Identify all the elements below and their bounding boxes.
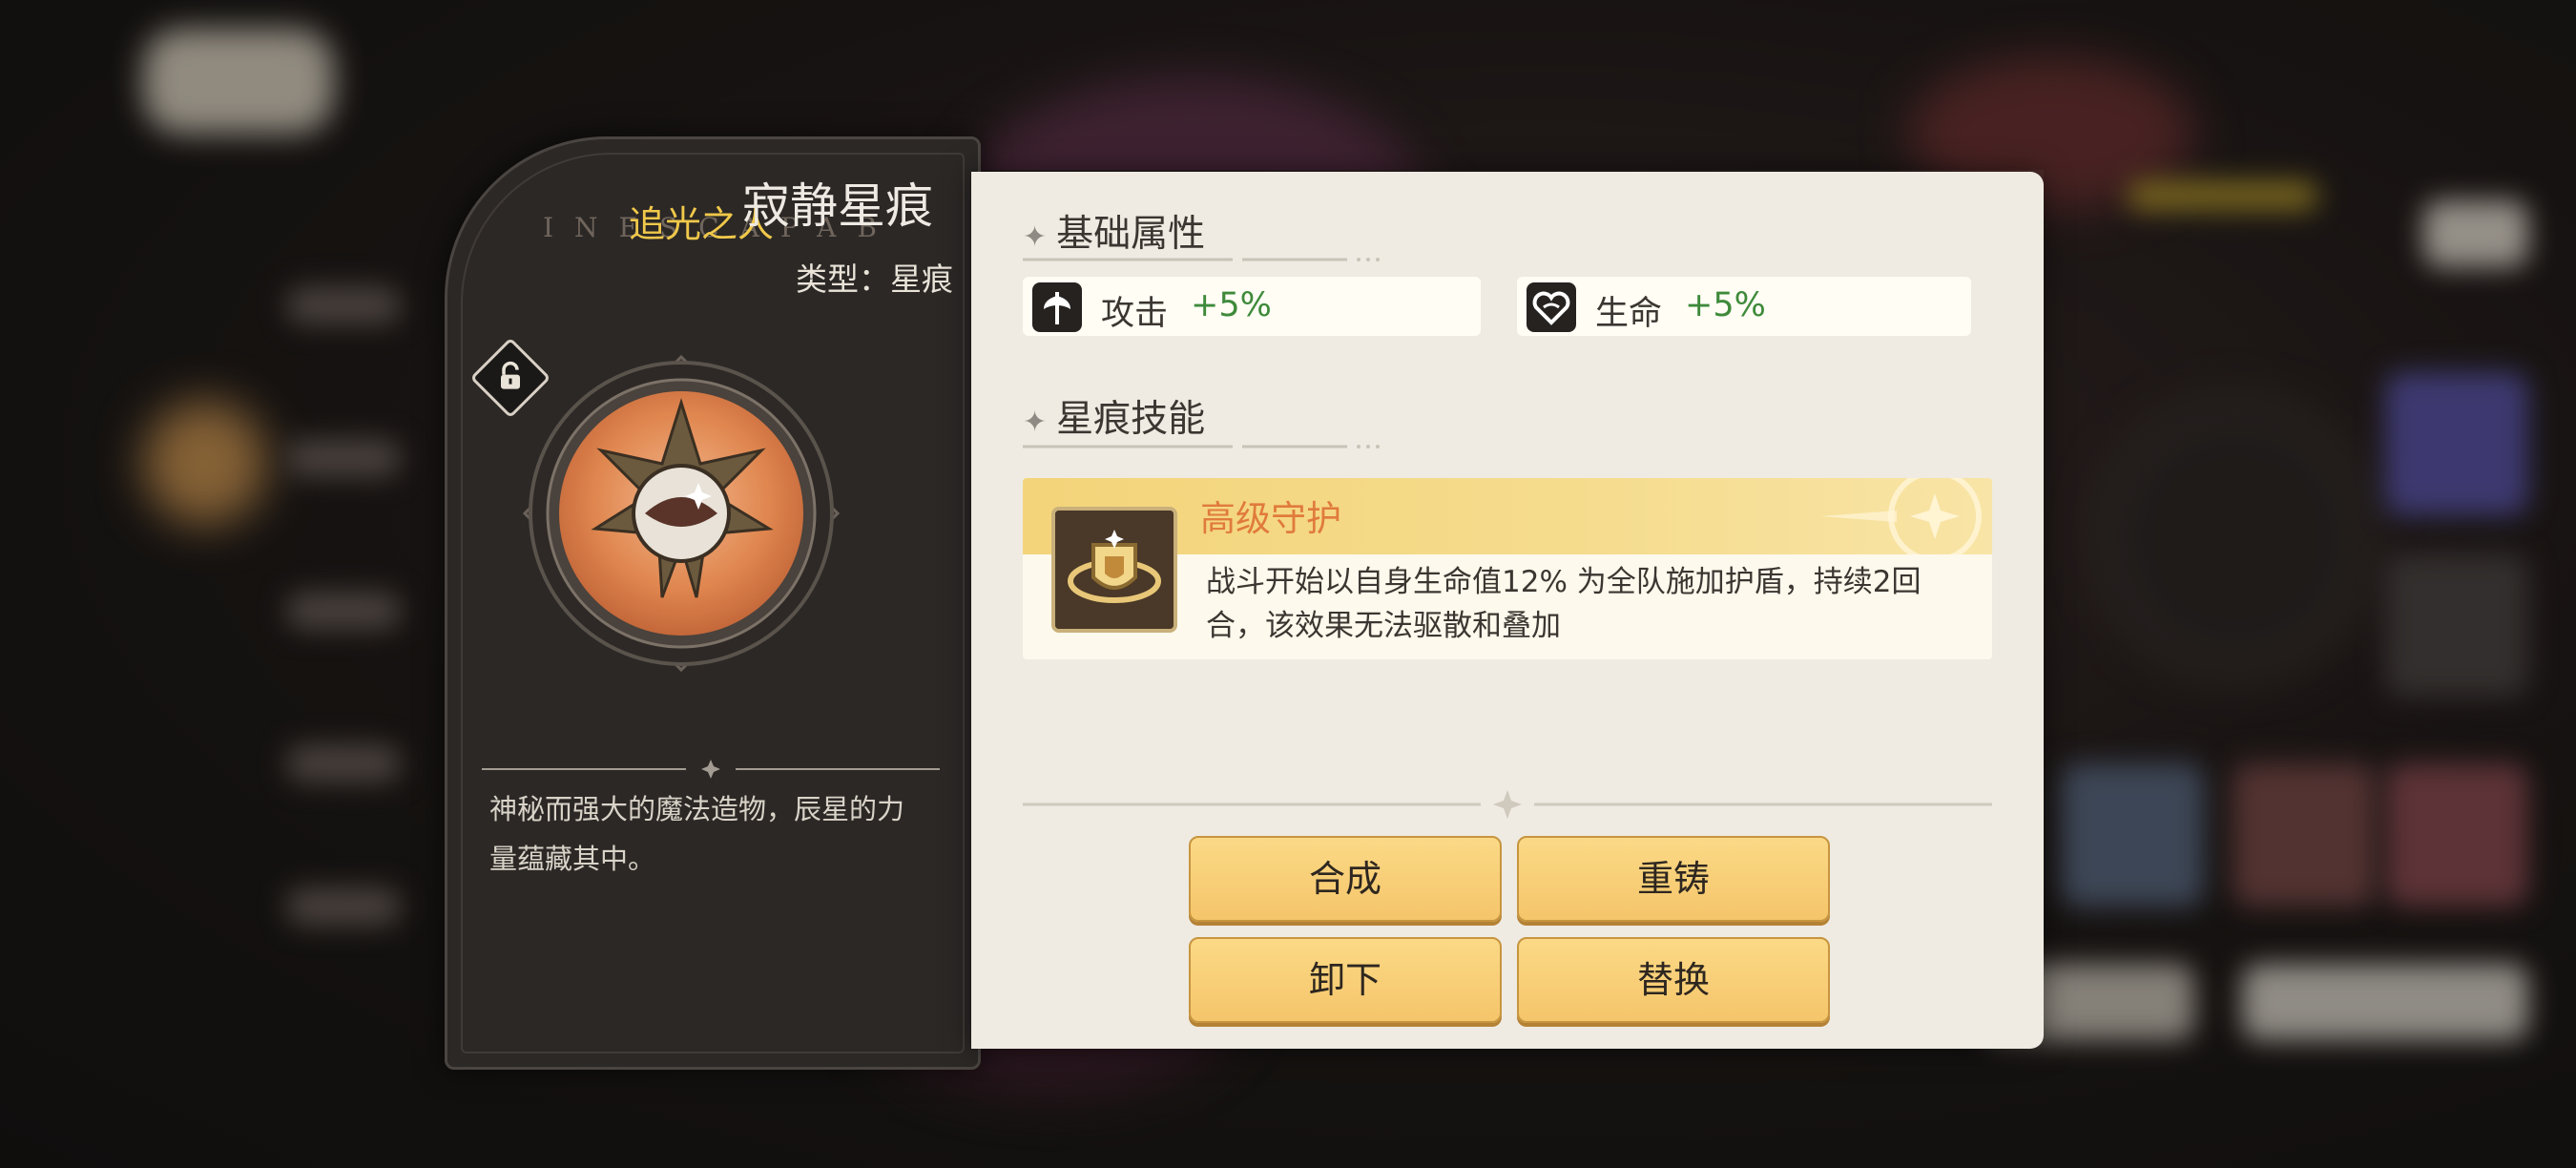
section-star-icon: ✦ — [1023, 220, 1048, 254]
section-skills: ✦ 星痕技能 — [1023, 389, 1205, 443]
item-name: 寂静星痕 — [742, 178, 933, 234]
section-underline — [1023, 258, 1380, 261]
decorative-star-mark — [1820, 478, 1982, 554]
section-star-icon: ✦ — [1023, 406, 1048, 439]
unequip-button[interactable]: 卸下 — [1189, 937, 1502, 1023]
item-type-label: 类型：星痕 — [796, 261, 953, 298]
panel-divider — [1023, 790, 1992, 819]
heart-icon — [1527, 282, 1576, 332]
section-title: 星痕技能 — [1056, 398, 1206, 441]
replace-button[interactable]: 替换 — [1517, 937, 1830, 1023]
recast-button[interactable]: 重铸 — [1517, 836, 1830, 922]
star-mark-emblem — [519, 351, 843, 676]
skill-description: 战斗开始以自身生命值12% 为全队施加护盾，持续2回合，该效果无法驱散和叠加 — [1206, 565, 1922, 643]
card-divider — [482, 760, 940, 779]
synthesize-button[interactable]: 合成 — [1189, 836, 1502, 922]
section-underline — [1023, 445, 1380, 448]
section-title: 基础属性 — [1056, 213, 1206, 256]
stat-label: 攻击 — [1101, 295, 1169, 333]
axe-icon — [1032, 282, 1082, 332]
stat-value: +5% — [1685, 286, 1766, 324]
item-description: 神秘而强大的魔法造物，辰星的力量蕴藏其中。 — [489, 793, 905, 875]
stat-label: 生命 — [1595, 295, 1663, 333]
stat-value: +5% — [1191, 286, 1272, 324]
skill-card: 高级守护 战斗开始以自身生命值12% 为全队施加护盾，持续2回合，该效果无法驱散… — [1023, 478, 1992, 659]
item-card: INESCAPAB 追光之人 类型：星痕 神秘而强大的魔法造物，辰星的力量蕴藏其… — [445, 136, 981, 1070]
stat-health: 生命 +5% — [1517, 277, 1971, 336]
section-basic-attributes: ✦ 基础属性 — [1023, 204, 1205, 258]
stat-attack: 攻击 +5% — [1023, 277, 1481, 336]
shield-icon — [1051, 507, 1177, 633]
skill-name: 高级守护 — [1200, 498, 1341, 539]
